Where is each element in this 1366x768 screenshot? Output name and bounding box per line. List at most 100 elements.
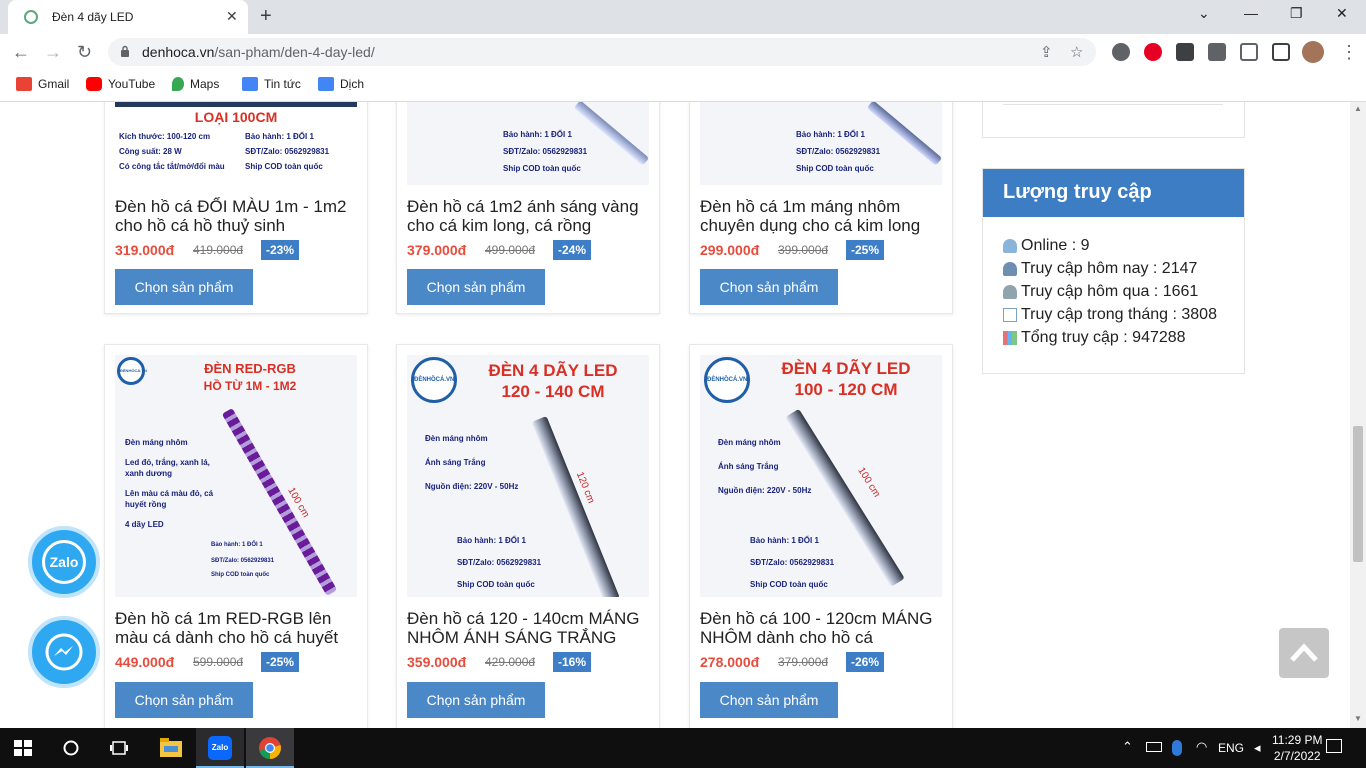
choose-product-button[interactable]: Chọn sản phẩm	[407, 269, 545, 305]
bookmark-star-icon[interactable]: ☆	[1070, 43, 1083, 61]
image-notes: Đèn máng nhôm Ánh sáng Trắng Nguồn điện:…	[425, 434, 519, 491]
extensions-puzzle-icon[interactable]	[1208, 43, 1226, 61]
product-image: ĐÈNHỒCÁ.VN ĐÈN RED-RGB HỒ TỪ 1M - 1M2 10…	[115, 355, 357, 597]
zalo-icon: Zalo	[42, 540, 86, 584]
bookmark-news[interactable]: Tin tức	[242, 77, 301, 91]
zalo-chat-button[interactable]: Zalo	[28, 526, 100, 598]
reading-list-icon[interactable]	[1240, 43, 1258, 61]
side-panel-icon[interactable]	[1272, 43, 1290, 61]
product-name[interactable]: Đèn hồ cá ĐỔI MÀU 1m - 1m2 cho hồ cá hồ …	[115, 197, 359, 235]
scroll-up-arrow-icon[interactable]: ▲	[1354, 104, 1362, 113]
menu-kebab-icon[interactable]: ⋮	[1340, 42, 1358, 63]
product-card[interactable]: ĐÈNHỒCÁ.VN ĐÈN 4 DÃY LED 100 - 120 CM 10…	[689, 344, 953, 728]
sidebar-widget	[982, 102, 1245, 138]
image-contact-notes: Bảo hành: 1 ĐỔI 1 SĐT/Zalo: 0562929831 S…	[457, 536, 542, 589]
system-clock[interactable]: 11:29 PM 2/7/2022	[1272, 732, 1322, 764]
maximize-icon[interactable]: ❐	[1290, 5, 1303, 22]
battery-icon[interactable]	[1146, 742, 1162, 752]
bookmark-gmail[interactable]: Gmail	[16, 77, 69, 91]
product-card[interactable]: Bảo hành: 1 ĐỔI 1 SĐT/Zalo: 0562929831 S…	[689, 102, 953, 314]
messenger-chat-button[interactable]	[28, 616, 100, 688]
choose-product-button[interactable]: Chọn sản phẩm	[115, 682, 253, 718]
image-notes: Đèn máng nhôm Ánh sáng Trắng Nguồn điện:…	[718, 438, 812, 495]
choose-product-button[interactable]: Chọn sản phẩm	[115, 269, 253, 305]
pinterest-icon[interactable]	[1144, 43, 1162, 61]
search-icon[interactable]	[63, 740, 79, 756]
scroll-down-arrow-icon[interactable]: ▼	[1354, 714, 1362, 723]
messenger-icon	[45, 633, 83, 671]
extension-gear-icon[interactable]	[1112, 43, 1130, 61]
show-hidden-icons-chevron-icon[interactable]: ⌃	[1122, 739, 1133, 755]
taskbar-zalo-app[interactable]: Zalo	[196, 728, 244, 768]
product-name[interactable]: Đèn hồ cá 100 - 120cm MÁNG NHÔM dành cho…	[700, 609, 944, 647]
bookmark-maps[interactable]: Maps	[172, 77, 219, 91]
product-card[interactable]: ĐÈNHỒCÁ.VN ĐÈN 4 DÃY LED 120 - 140 CM 12…	[396, 344, 660, 728]
wifi-icon[interactable]: ◠	[1196, 739, 1207, 755]
forward-icon[interactable]: →	[44, 42, 62, 63]
page-scrollbar[interactable]: ▲ ▼	[1350, 102, 1366, 728]
input-language[interactable]: ENG	[1218, 741, 1244, 755]
image-subheading: 120 - 140 CM	[501, 382, 605, 401]
product-price: 278.000đ	[700, 654, 760, 670]
bluetooth-icon[interactable]	[1172, 740, 1182, 756]
product-old-price: 419.000đ	[193, 243, 244, 257]
product-card[interactable]: Bảo hành: 1 ĐỔI 1 SĐT/Zalo: 0562929831 S…	[396, 102, 660, 314]
gmail-icon	[16, 77, 32, 91]
volume-icon[interactable]: ◂	[1254, 740, 1261, 756]
product-price: 299.000đ	[700, 242, 760, 258]
product-image: Bảo hành: 1 ĐỔI 1 SĐT/Zalo: 0562929831 S…	[407, 102, 649, 185]
tab-search-chevron-icon[interactable]: ⌄	[1198, 5, 1210, 22]
scrollbar-thumb[interactable]	[1353, 426, 1363, 562]
product-image: ĐÈNHỒCÁ.VN ĐÈN 4 DÃY LED 120 - 140 CM 12…	[407, 355, 649, 597]
new-tab-icon[interactable]: +	[260, 5, 272, 28]
choose-product-button[interactable]: Chọn sản phẩm	[700, 269, 838, 305]
profile-avatar[interactable]	[1302, 41, 1324, 63]
product-name[interactable]: Đèn hồ cá 1m máng nhôm chuyên dụng cho c…	[700, 197, 944, 235]
notification-center-icon[interactable]	[1326, 739, 1342, 753]
product-name[interactable]: Đèn hồ cá 1m RED-RGB lên màu cá dành cho…	[115, 609, 359, 647]
product-card[interactable]: LOẠI 100CM Kích thước: 100-120 cm Công s…	[104, 102, 368, 314]
image-notes: Đèn máng nhôm Led đỏ, trắng, xanh lá, xa…	[125, 438, 214, 529]
minimize-icon[interactable]: —	[1244, 5, 1258, 21]
image-heading: ĐÈN 4 DÃY LED	[781, 359, 911, 378]
chrome-icon	[259, 737, 281, 759]
length-measure-label: 100 cm	[855, 465, 883, 500]
windows-start-icon[interactable]	[14, 740, 32, 756]
calendar-icon	[1003, 308, 1017, 322]
product-card[interactable]: ĐÈNHỒCÁ.VN ĐÈN RED-RGB HỒ TỪ 1M - 1M2 10…	[104, 344, 368, 728]
bookmark-translate[interactable]: Dịch	[318, 77, 364, 91]
browser-tab[interactable]: Đèn 4 dãy LED ✕	[8, 0, 248, 34]
url-text: denhoca.vn/san-pham/den-4-day-led/	[142, 44, 375, 60]
stat-online: Online : 9	[1003, 237, 1089, 255]
mendeley-icon[interactable]	[1176, 43, 1194, 61]
task-view-icon[interactable]	[110, 740, 128, 756]
close-tab-icon[interactable]: ✕	[226, 8, 238, 25]
product-price: 379.000đ	[407, 242, 467, 258]
scroll-to-top-button[interactable]	[1279, 628, 1329, 678]
tab-title: Đèn 4 dãy LED	[52, 10, 134, 24]
image-heading: ĐÈN RED-RGB	[204, 361, 296, 376]
discount-badge: -23%	[261, 240, 300, 260]
product-name[interactable]: Đèn hồ cá 120 - 140cm MÁNG NHÔM ÁNH SÁNG…	[407, 609, 651, 647]
product-name[interactable]: Đèn hồ cá 1m2 ánh sáng vàng cho cá kim l…	[407, 197, 651, 235]
product-price: 359.000đ	[407, 654, 467, 670]
address-bar[interactable]: denhoca.vn/san-pham/den-4-day-led/ ⇪ ☆	[108, 38, 1096, 66]
web-page: LOẠI 100CM Kích thước: 100-120 cm Công s…	[0, 102, 1350, 728]
back-icon[interactable]: ←	[12, 42, 30, 63]
site-favicon-icon	[24, 10, 38, 24]
file-explorer-icon[interactable]	[160, 738, 182, 758]
image-contact-notes: Bảo hành: 1 ĐỔI 1 SĐT/Zalo: 0562929831 S…	[211, 542, 275, 578]
bookmark-youtube[interactable]: YouTube	[86, 77, 155, 91]
stat-today: Truy cập hôm nay : 2147	[1003, 260, 1197, 278]
discount-badge: -25%	[846, 240, 885, 260]
image-contact-notes: Bảo hành: 1 ĐỔI 1 SĐT/Zalo: 0562929831 S…	[750, 536, 835, 589]
product-price: 449.000đ	[115, 654, 175, 670]
taskbar-chrome-app[interactable]	[246, 728, 294, 768]
choose-product-button[interactable]: Chọn sản phẩm	[700, 682, 838, 718]
close-window-icon[interactable]: ✕	[1336, 5, 1348, 22]
reload-icon[interactable]: ↻	[77, 42, 92, 63]
product-old-price: 429.000đ	[485, 655, 536, 669]
share-icon[interactable]: ⇪	[1040, 43, 1053, 61]
windows-taskbar: Zalo ⌃ ◠ ENG ◂ 11:29 PM 2/7/2022	[0, 728, 1366, 768]
choose-product-button[interactable]: Chọn sản phẩm	[407, 682, 545, 718]
